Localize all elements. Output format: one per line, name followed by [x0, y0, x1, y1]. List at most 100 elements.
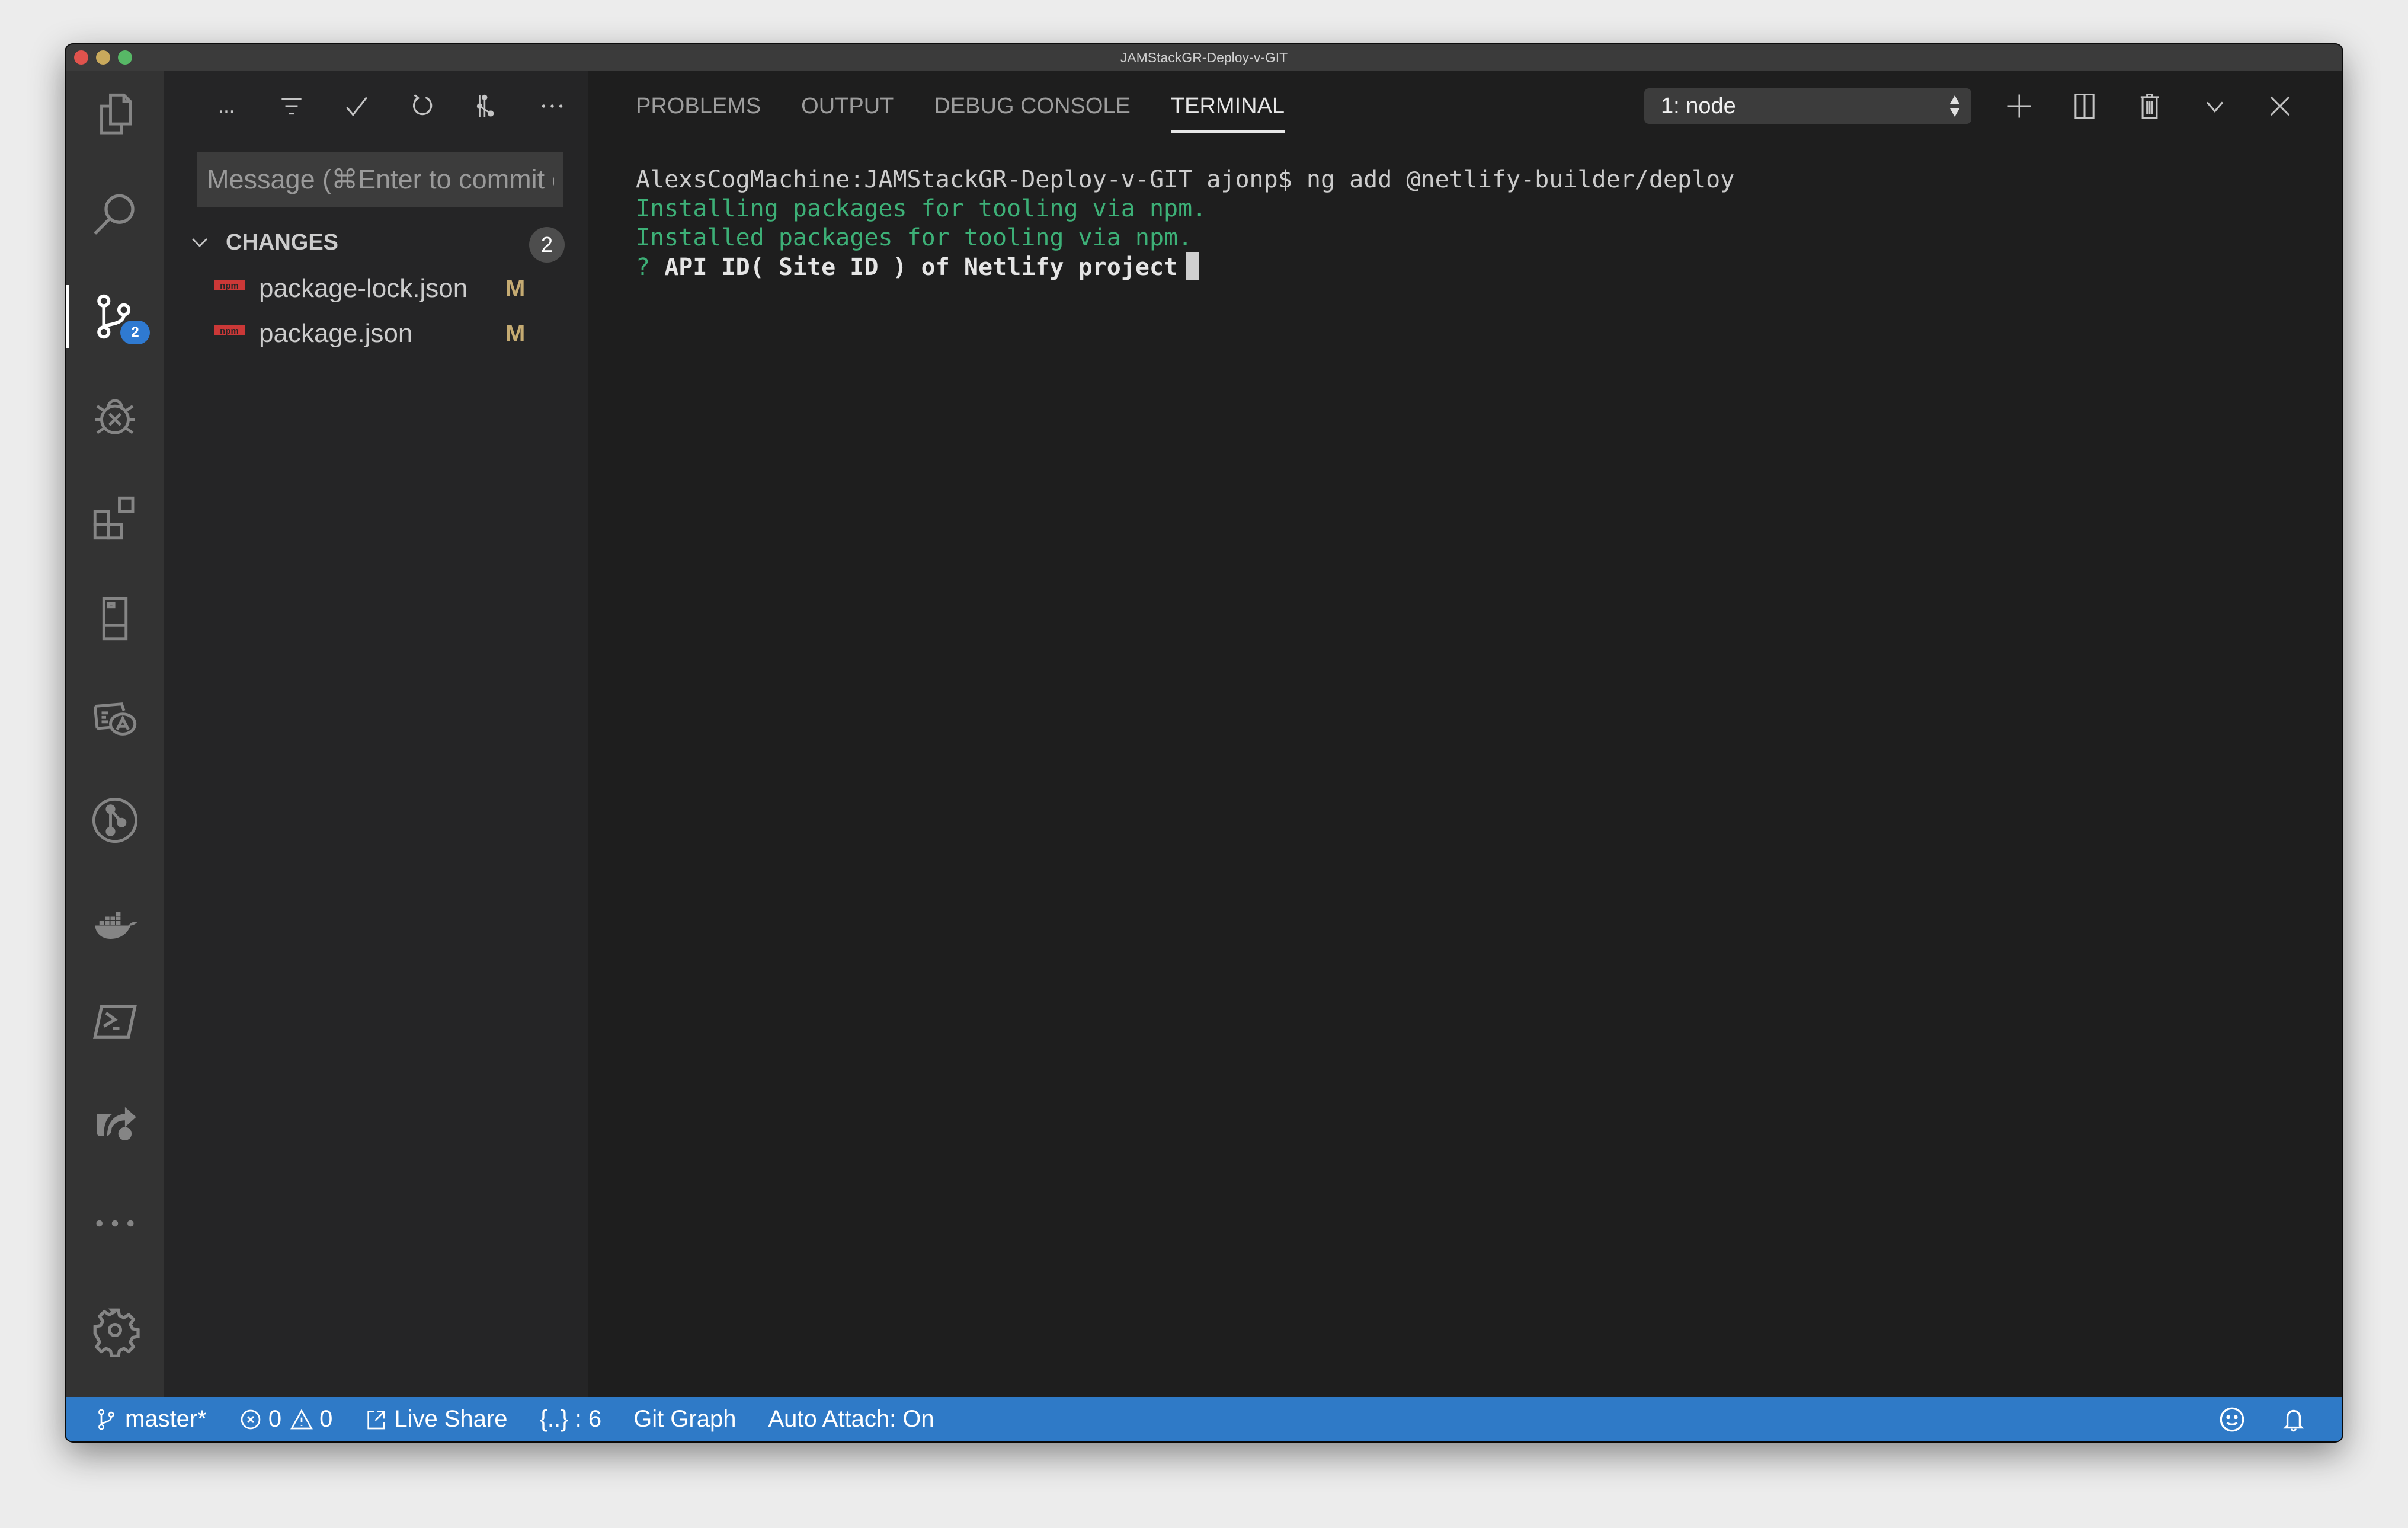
terminal-output-line: Installing packages for tooling via npm.	[636, 195, 1207, 222]
files-icon	[100, 93, 132, 135]
activity-debug[interactable]	[66, 373, 164, 462]
debug-icon	[95, 399, 135, 434]
extensions-icon	[93, 496, 135, 540]
activity-bar: 2	[66, 71, 164, 1397]
svg-text:npm: npm	[220, 281, 239, 291]
question-mark: ?	[636, 254, 651, 281]
live-share-label: Live Share	[394, 1406, 508, 1432]
panel-actions: 1: node	[1644, 71, 2313, 142]
live-share-icon	[367, 1410, 385, 1429]
select-arrows-icon	[1950, 95, 1959, 117]
ellipsis-icon	[96, 1220, 134, 1227]
feedback-button[interactable]	[2201, 1397, 2263, 1441]
npm-icon: npm	[214, 280, 245, 291]
terminal-select[interactable]: 1: node	[1644, 88, 1971, 124]
maximize-panel-button[interactable]	[2182, 82, 2247, 130]
source-control-menu-button[interactable]: ...	[194, 82, 259, 130]
changes-section-header[interactable]: CHANGES 2	[164, 219, 588, 266]
git-branch-icon	[98, 1408, 114, 1430]
activity-more[interactable]	[66, 1179, 164, 1268]
status-json-count[interactable]: {..} : 6	[524, 1397, 618, 1441]
status-auto-attach[interactable]: Auto Attach: On	[752, 1397, 950, 1441]
error-icon	[241, 1409, 261, 1429]
changed-file-item[interactable]: npm package-lock.json M	[164, 266, 588, 311]
activity-live-share[interactable]	[66, 1078, 164, 1167]
git-graph-icon	[92, 797, 138, 843]
activity-docker[interactable]	[66, 877, 164, 966]
panel-tabs: PROBLEMS OUTPUT DEBUG CONSOLE TERMINAL	[588, 71, 1325, 142]
filter-list-icon	[281, 97, 302, 115]
chevron-down-icon	[192, 238, 207, 247]
close-panel-button[interactable]	[2247, 82, 2313, 130]
status-bar: master* 0 0 Live Share {..} : 6 Git Grap…	[66, 1397, 2342, 1441]
tab-output[interactable]: OUTPUT	[801, 71, 894, 142]
status-live-share[interactable]: Live Share	[348, 1397, 523, 1441]
gear-icon	[93, 1308, 140, 1357]
file-name: package.json	[259, 319, 413, 348]
activity-settings[interactable]	[66, 1286, 164, 1374]
changes-count-badge: 2	[529, 227, 565, 263]
changed-file-item[interactable]: npm package.json M	[164, 311, 588, 356]
terminal-prompt-line: AlexsCogMachine:JAMStackGR-Deploy-v-GIT …	[636, 166, 1735, 193]
activity-extensions[interactable]	[66, 474, 164, 562]
docker-icon	[95, 912, 137, 939]
changes-label: CHANGES	[226, 229, 339, 255]
vscode-window: JAMStackGR-Deploy-v-GIT 2 ... Message (⌘…	[66, 44, 2342, 1441]
chevron-down-icon	[2206, 101, 2224, 113]
status-problems[interactable]: 0 0	[223, 1397, 349, 1441]
bell-icon	[2283, 1409, 2304, 1431]
open-git-graph-button[interactable]	[454, 82, 520, 130]
activity-git-graph[interactable]	[66, 776, 164, 865]
source-control-sidebar: ... Message (⌘Enter to commit on 'master…	[164, 71, 588, 1397]
source-control-badge: 2	[120, 321, 150, 344]
status-branch[interactable]: master*	[66, 1397, 223, 1441]
tab-terminal[interactable]: TERMINAL	[1170, 71, 1285, 142]
new-terminal-button[interactable]	[1987, 82, 2052, 130]
smiley-icon	[2220, 1407, 2244, 1431]
trash-icon	[2140, 93, 2159, 119]
activity-translation[interactable]	[66, 675, 164, 764]
activity-explorer[interactable]	[66, 71, 164, 159]
notifications-button[interactable]	[2263, 1397, 2324, 1441]
window-title: JAMStackGR-Deploy-v-GIT	[1120, 49, 1288, 65]
warning-count: 0	[319, 1406, 333, 1432]
git-graph-icon	[476, 94, 494, 117]
more-actions-button[interactable]	[520, 82, 585, 130]
terminal-output-line: Installed packages for tooling via npm.	[636, 224, 1193, 251]
title-bar: JAMStackGR-Deploy-v-GIT	[66, 44, 2342, 71]
file-name: package-lock.json	[259, 274, 468, 303]
tab-debug-console[interactable]: DEBUG CONSOLE	[934, 71, 1131, 142]
refresh-button[interactable]	[389, 82, 454, 130]
maximize-window-button[interactable]	[118, 50, 132, 65]
terminal-question-line: ? API ID( Site ID ) of Netlify project	[636, 252, 2319, 282]
window-controls	[74, 50, 132, 65]
terminal-question: API ID( Site ID ) of Netlify project	[664, 254, 1179, 281]
source-control-menu-label: ...	[217, 94, 235, 117]
terminal-output[interactable]: AlexsCogMachine:JAMStackGR-Deploy-v-GIT …	[636, 165, 2319, 282]
activity-source-control[interactable]: 2	[66, 272, 164, 361]
tab-problems[interactable]: PROBLEMS	[636, 71, 761, 142]
status-bar-right	[2201, 1397, 2324, 1441]
close-icon	[2270, 96, 2290, 116]
commit-message-input[interactable]	[197, 152, 563, 207]
close-window-button[interactable]	[74, 50, 88, 65]
view-as-tree-button[interactable]	[259, 82, 324, 130]
file-status-modified: M	[505, 275, 526, 302]
kill-terminal-button[interactable]	[2117, 82, 2182, 130]
activity-powershell[interactable]	[66, 977, 164, 1066]
commit-button[interactable]	[324, 82, 389, 130]
split-icon	[2074, 93, 2095, 119]
terminal-select-value: 1: node	[1661, 93, 1736, 119]
checkmark-icon	[346, 97, 367, 117]
source-control-toolbar: ...	[164, 71, 588, 142]
npm-icon: npm	[214, 325, 245, 336]
minimize-window-button[interactable]	[96, 50, 110, 65]
search-icon	[94, 194, 135, 235]
status-git-graph[interactable]: Git Graph	[617, 1397, 752, 1441]
translation-icon	[93, 702, 137, 736]
terminal-cursor	[1186, 252, 1200, 280]
split-terminal-button[interactable]	[2052, 82, 2117, 130]
activity-search[interactable]	[66, 171, 164, 260]
activity-remote-explorer[interactable]	[66, 574, 164, 663]
error-count: 0	[268, 1406, 282, 1432]
